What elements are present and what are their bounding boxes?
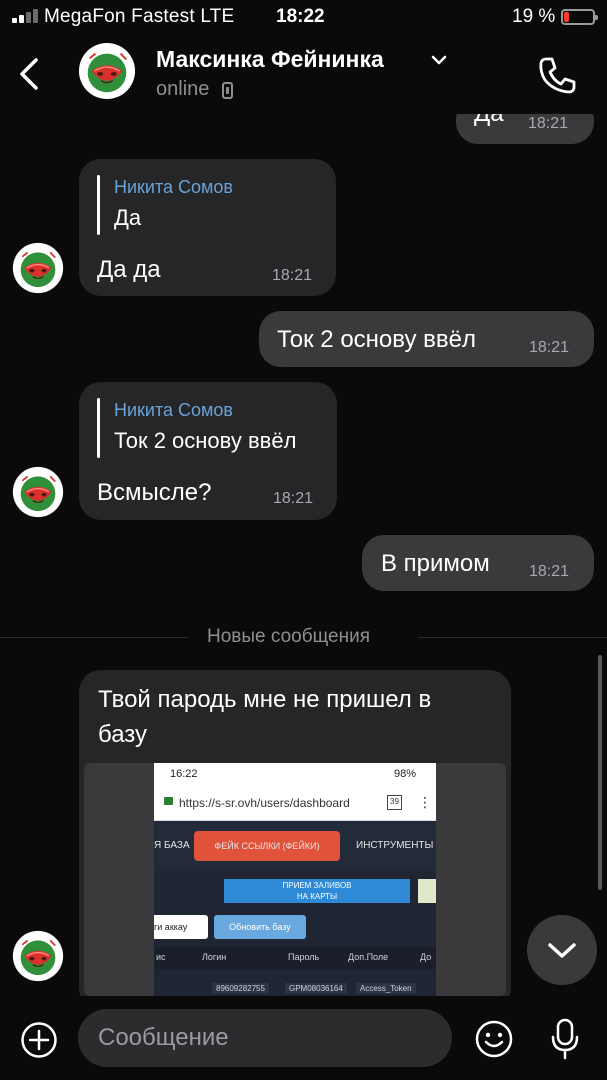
message-text: В примом xyxy=(381,550,490,577)
shot-col: До xyxy=(420,952,432,962)
shot-nav-left: Я БАЗА xyxy=(154,840,190,851)
message-text: Да да xyxy=(97,256,161,283)
shot-col: ис xyxy=(156,952,166,962)
reply-text: Да xyxy=(114,205,142,230)
divider-line-right xyxy=(418,637,607,638)
shot-col: Доп.Поле xyxy=(348,952,389,962)
message-text: Всмысле? xyxy=(97,479,212,506)
shot-cell: Access_Token xyxy=(356,983,416,994)
message-text: Ток 2 основу ввёл xyxy=(277,326,477,353)
attached-screenshot: 16:22 98% https://s-sr.ovh/users/dashboa… xyxy=(154,763,436,996)
chevron-down-icon[interactable] xyxy=(430,54,448,66)
divider-line-left xyxy=(0,637,188,638)
message-time: 18:21 xyxy=(529,563,570,580)
message-text-line-1: Твой пародь мне не пришел в xyxy=(98,686,432,713)
outgoing-message[interactable]: В примом 18:21 xyxy=(362,535,594,591)
shot-col: Логин xyxy=(202,952,227,962)
chat-header: Максинка Фейнинка online xyxy=(0,34,607,114)
shot-table-header: ис Логин Пароль Доп.Поле До xyxy=(154,947,436,969)
shot-nav-active-label: ФЕЙК ССЫЛКИ (ФЕЙКИ) xyxy=(214,841,320,851)
lock-icon xyxy=(164,797,173,805)
contact-avatar[interactable] xyxy=(12,930,64,982)
contact-avatar[interactable] xyxy=(12,242,64,294)
emoji-button[interactable] xyxy=(474,1019,514,1059)
shot-nav-active: ФЕЙК ССЫЛКИ (ФЕЙКИ) xyxy=(194,831,340,861)
contact-name[interactable]: Максинка Фейнинка xyxy=(156,46,384,73)
scrollbar[interactable] xyxy=(598,655,602,890)
shot-table-row: 89609282755 GPM08036164 Access_Token xyxy=(154,981,436,996)
header-avatar[interactable] xyxy=(78,42,136,100)
composer-bar xyxy=(0,996,607,1080)
shot-nav: Я БАЗА ФЕЙК ССЫЛКИ (ФЕЙКИ) ИНСТРУМЕНТЫ xyxy=(154,821,436,871)
shot-nav-right: ИНСТРУМЕНТЫ xyxy=(356,840,434,851)
reply-author[interactable]: Никита Сомов xyxy=(114,177,233,198)
shot-address-bar: https://s-sr.ovh/users/dashboard 39 ⋮ xyxy=(154,785,436,821)
reply-quote-bar xyxy=(97,398,100,458)
message-time: 18:21 xyxy=(528,115,569,132)
contact-status: online xyxy=(156,78,210,100)
shot-banner-line: ПРИЕМ ЗАЛИВОВ xyxy=(282,881,352,890)
shot-button-label: ги аккау xyxy=(154,922,188,932)
call-button[interactable] xyxy=(536,54,578,96)
microphone-button[interactable] xyxy=(548,1017,582,1061)
shot-banner-line: НА КАРТЫ xyxy=(296,892,338,901)
shot-banner-side xyxy=(418,879,436,903)
mobile-device-icon xyxy=(222,82,233,99)
shot-cell: GPM08036164 xyxy=(285,983,347,994)
shot-cell: 89609282755 xyxy=(212,983,269,994)
shot-status-bar: 16:22 98% xyxy=(154,763,436,785)
attach-button[interactable] xyxy=(20,1021,58,1059)
contact-avatar[interactable] xyxy=(12,466,64,518)
reply-text: Ток 2 основу ввёл xyxy=(114,428,297,453)
reply-author[interactable]: Никита Сомов xyxy=(114,400,233,421)
shot-refresh-label: Обновить базу xyxy=(229,922,291,932)
message-input[interactable] xyxy=(78,1009,452,1067)
image-attachment[interactable]: 16:22 98% https://s-sr.ovh/users/dashboa… xyxy=(84,763,506,996)
chevron-down-icon xyxy=(548,943,576,958)
incoming-message[interactable]: Никита Сомов Ток 2 основу ввёл Всмысле? … xyxy=(79,382,337,520)
shot-banner: ПРИЕМ ЗАЛИВОВ НА КАРТЫ xyxy=(224,879,410,903)
shot-tabs-count: 39 xyxy=(387,795,402,810)
message-time: 18:21 xyxy=(272,267,313,284)
outgoing-message[interactable]: Ток 2 основу ввёл 18:21 xyxy=(259,311,594,367)
incoming-message[interactable]: Никита Сомов Да Да да 18:21 xyxy=(79,159,336,296)
shot-time: 16:22 xyxy=(170,768,198,780)
reply-quote-bar xyxy=(97,175,100,235)
shot-col: Пароль xyxy=(288,952,320,962)
shot-url: https://s-sr.ovh/users/dashboard xyxy=(179,796,350,810)
chat-scroll-area[interactable]: Да 18:21 Никита Сомов Да Да да 18:21 Ток… xyxy=(0,0,607,1080)
shot-battery: 98% xyxy=(394,768,417,780)
shot-button: ги аккау xyxy=(154,915,208,939)
scroll-to-bottom-button[interactable] xyxy=(527,915,597,985)
new-messages-divider: Новые сообщения xyxy=(207,626,370,647)
message-time: 18:21 xyxy=(273,490,314,507)
message-time: 18:21 xyxy=(529,339,570,356)
kebab-menu-icon: ⋮ xyxy=(418,794,432,810)
shot-refresh-button: Обновить базу xyxy=(214,915,306,939)
back-button[interactable] xyxy=(14,54,46,94)
message-text-line-2: базу xyxy=(98,721,148,748)
